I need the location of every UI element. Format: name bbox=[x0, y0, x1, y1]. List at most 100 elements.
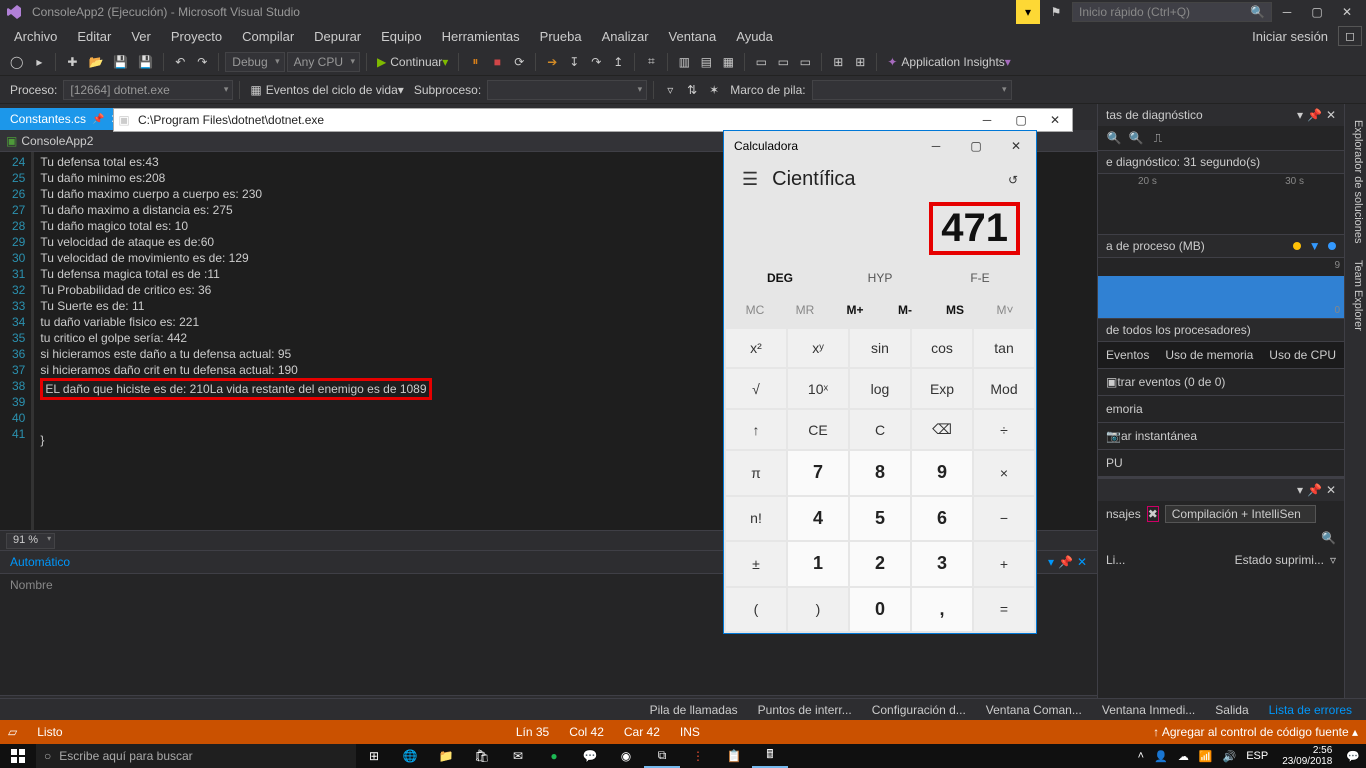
calc-key-↑[interactable]: ↑ bbox=[726, 410, 786, 449]
zoom-in-icon[interactable]: 🔍 bbox=[1106, 130, 1122, 146]
calc-key-6[interactable]: 6 bbox=[912, 497, 972, 540]
bottom-tab-4[interactable]: Ventana Inmedi... bbox=[1092, 701, 1205, 719]
bottom-tab-6[interactable]: Lista de errores bbox=[1259, 701, 1362, 719]
action-center-icon[interactable]: 💬 bbox=[1346, 750, 1360, 763]
tab-constantes[interactable]: Constantes.cs 📌 ✕ bbox=[0, 108, 131, 130]
calc-key-5[interactable]: 5 bbox=[850, 497, 910, 540]
pin-icon[interactable]: 📌 bbox=[92, 114, 104, 125]
restart-icon[interactable]: ⟳ bbox=[509, 51, 529, 73]
solution-explorer-tab[interactable]: Explorador de soluciones bbox=[1345, 112, 1366, 252]
panel-close-icon[interactable]: ✕ bbox=[1326, 108, 1336, 122]
build-errors-icon[interactable]: ✖ bbox=[1147, 506, 1159, 522]
start-button[interactable] bbox=[0, 744, 36, 768]
panel-close-icon[interactable]: ✕ bbox=[1077, 555, 1087, 569]
calculator-window[interactable]: Calculadora ─ ▢ ✕ ☰ Científica ↺ 471 DEG… bbox=[723, 130, 1037, 634]
menu-archivo[interactable]: Archivo bbox=[4, 27, 67, 46]
calc-key-Exp[interactable]: Exp bbox=[912, 369, 972, 407]
menu-editar[interactable]: Editar bbox=[67, 27, 121, 46]
calc-close-button[interactable]: ✕ bbox=[996, 131, 1036, 161]
mail-icon[interactable]: ✉ bbox=[500, 744, 536, 768]
lifecycle-events-button[interactable]: ▦ Eventos del ciclo de vida ▾ bbox=[246, 79, 407, 101]
close-button[interactable]: ✕ bbox=[1332, 0, 1362, 24]
stop-icon[interactable]: ■ bbox=[487, 51, 507, 73]
calc-key-+[interactable]: + bbox=[974, 542, 1034, 585]
source-control-button[interactable]: ↑ Agregar al control de código fuente ▴ bbox=[1153, 725, 1358, 739]
calc-key-8[interactable]: 8 bbox=[850, 451, 910, 494]
diag-tab-memory[interactable]: Uso de memoria bbox=[1165, 348, 1253, 362]
snapshot-icon[interactable]: 📷 bbox=[1106, 429, 1121, 443]
snapshot-label[interactable]: ar instantánea bbox=[1121, 429, 1336, 443]
view-icon-1[interactable]: ⊞ bbox=[828, 51, 848, 73]
panel-close-icon[interactable]: ✕ bbox=[1326, 483, 1336, 497]
calc-mem-ms[interactable]: MS bbox=[932, 297, 978, 323]
console-close-button[interactable]: ✕ bbox=[1038, 109, 1072, 131]
console-minimize-button[interactable]: ─ bbox=[970, 109, 1004, 131]
nav-back-button[interactable]: ◯ bbox=[6, 51, 27, 73]
calc-key-π[interactable]: π bbox=[726, 451, 786, 494]
calc-key-÷[interactable]: ÷ bbox=[974, 410, 1034, 449]
step-out-icon[interactable]: ↥ bbox=[608, 51, 628, 73]
menu-herramientas[interactable]: Herramientas bbox=[432, 27, 530, 46]
maximize-button[interactable]: ▢ bbox=[1302, 0, 1332, 24]
thread-combo[interactable] bbox=[487, 80, 647, 100]
continue-button[interactable]: ▶ Continuar ▾ bbox=[373, 51, 452, 73]
open-file-icon[interactable]: 📂 bbox=[84, 51, 107, 73]
menu-compilar[interactable]: Compilar bbox=[232, 27, 304, 46]
bottom-tab-2[interactable]: Configuración d... bbox=[862, 701, 976, 719]
layout-icon-2[interactable]: ▤ bbox=[696, 51, 716, 73]
login-link[interactable]: Iniciar sesión bbox=[1242, 27, 1338, 46]
bottom-tab-0[interactable]: Pila de llamadas bbox=[640, 701, 748, 719]
menu-depurar[interactable]: Depurar bbox=[304, 27, 371, 46]
errlist-mode-combo[interactable]: Compilación + IntelliSen bbox=[1165, 505, 1316, 523]
task-view-icon[interactable]: ⊞ bbox=[356, 744, 392, 768]
calc-key-3[interactable]: 3 bbox=[912, 542, 972, 585]
thread-filter-icon[interactable]: ▿ bbox=[660, 79, 680, 101]
panel-pin-icon[interactable]: 📌 bbox=[1058, 555, 1073, 569]
diag-tab-events[interactable]: Eventos bbox=[1106, 348, 1149, 362]
bottom-tab-3[interactable]: Ventana Coman... bbox=[976, 701, 1092, 719]
calc-key-×[interactable]: × bbox=[974, 451, 1034, 494]
team-explorer-tab[interactable]: Team Explorer bbox=[1345, 252, 1366, 339]
panel-pin-icon[interactable]: 📌 bbox=[1307, 108, 1322, 122]
taskbar-search[interactable]: ○ Escribe aquí para buscar bbox=[36, 744, 356, 768]
process-combo[interactable]: [12664] dotnet.exe bbox=[63, 80, 233, 100]
calc-mode-hyp[interactable]: HYP bbox=[832, 265, 928, 291]
menu-analizar[interactable]: Analizar bbox=[592, 27, 659, 46]
stackframe-combo[interactable] bbox=[812, 80, 1012, 100]
people-icon[interactable]: 👤 bbox=[1154, 750, 1168, 763]
memory-chart[interactable]: 9 0 bbox=[1098, 258, 1344, 318]
calc-key-−[interactable]: − bbox=[974, 497, 1034, 540]
calc-key-,[interactable]: , bbox=[912, 588, 972, 631]
calc-key-7[interactable]: 7 bbox=[788, 451, 848, 494]
calc-key-4[interactable]: 4 bbox=[788, 497, 848, 540]
menu-ayuda[interactable]: Ayuda bbox=[726, 27, 783, 46]
chrome-icon[interactable]: ◉ bbox=[608, 744, 644, 768]
undo-icon[interactable]: ↶ bbox=[170, 51, 190, 73]
new-project-icon[interactable]: ✚ bbox=[62, 51, 82, 73]
menu-ver[interactable]: Ver bbox=[121, 27, 161, 46]
calc-key-x²[interactable]: x² bbox=[726, 329, 786, 367]
user-icon[interactable]: ◻ bbox=[1338, 26, 1362, 46]
thread-sort-icon[interactable]: ⇅ bbox=[682, 79, 702, 101]
layout-icon-5[interactable]: ▭ bbox=[773, 51, 793, 73]
calc-key-([interactable]: ( bbox=[726, 588, 786, 631]
calc-key-±[interactable]: ± bbox=[726, 542, 786, 585]
layout-icon-3[interactable]: ▦ bbox=[718, 51, 738, 73]
spotify-icon[interactable]: ● bbox=[536, 744, 572, 768]
calc-mode-f-e[interactable]: F-E bbox=[932, 265, 1028, 291]
zoom-out-icon[interactable]: 🔍 bbox=[1128, 130, 1144, 146]
timeline-chart[interactable]: 20 s 30 s bbox=[1098, 174, 1344, 234]
tray-expand-icon[interactable]: ˄ bbox=[1138, 750, 1144, 762]
nav-fwd-button[interactable]: ▸ bbox=[29, 51, 49, 73]
menu-equipo[interactable]: Equipo bbox=[371, 27, 431, 46]
save-all-icon[interactable]: 💾 bbox=[134, 51, 157, 73]
messages-button[interactable]: nsajes bbox=[1106, 507, 1141, 521]
bottom-tab-1[interactable]: Puntos de interr... bbox=[748, 701, 862, 719]
panel-pin-icon[interactable]: 📌 bbox=[1307, 483, 1322, 497]
calc-key-n![interactable]: n! bbox=[726, 497, 786, 540]
zoom-combo[interactable]: 91 % bbox=[6, 533, 55, 549]
notification-icon[interactable]: ▾ bbox=[1016, 0, 1040, 24]
toolbox-icon[interactable]: ⌗ bbox=[641, 51, 661, 73]
menu-proyecto[interactable]: Proyecto bbox=[161, 27, 232, 46]
calc-key-CE[interactable]: CE bbox=[788, 410, 848, 449]
